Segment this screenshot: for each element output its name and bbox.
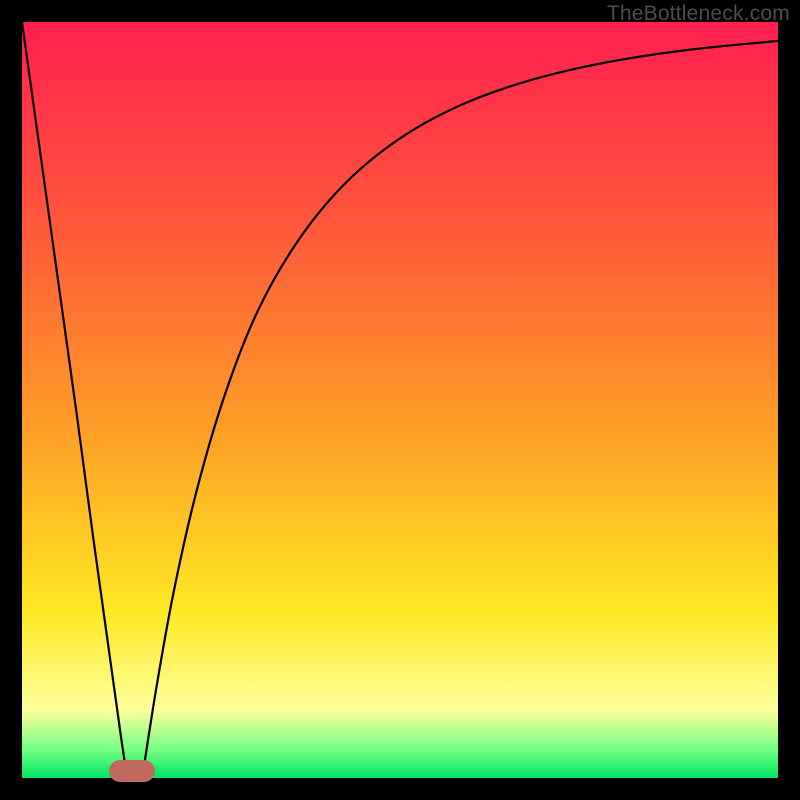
curve-path xyxy=(22,22,778,778)
chart-frame: TheBottleneck.com xyxy=(0,0,800,800)
optimum-marker xyxy=(109,760,155,782)
bottleneck-curve xyxy=(22,22,778,778)
plot-area xyxy=(22,22,778,778)
